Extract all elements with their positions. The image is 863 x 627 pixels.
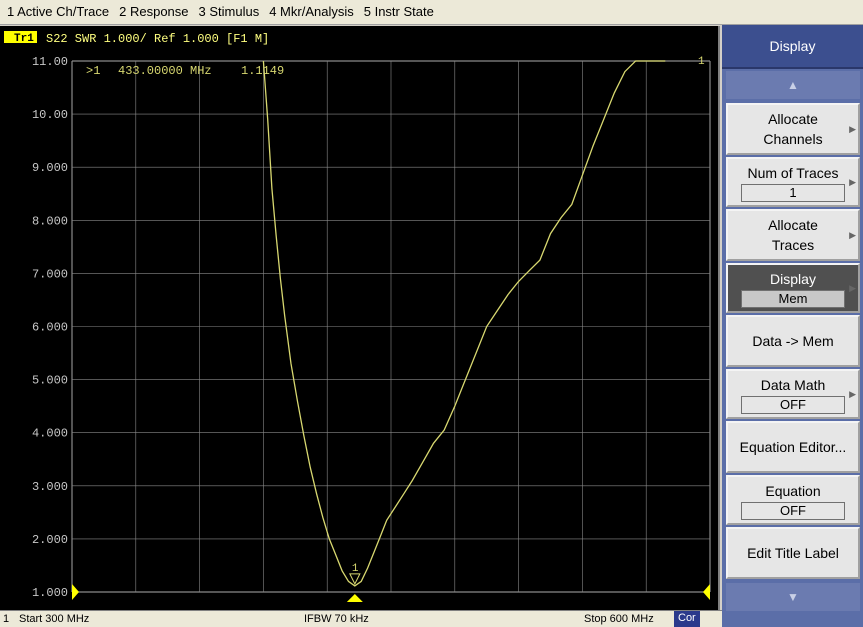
stimulus-marker-icon bbox=[346, 594, 363, 602]
y-tick-label: 2.000 bbox=[32, 533, 68, 547]
trace-end-label: 1 bbox=[698, 56, 705, 68]
menu-instr-state[interactable]: 5 Instr State bbox=[359, 1, 439, 23]
softkey-scroll-down-button[interactable]: ▼ bbox=[726, 583, 860, 611]
softkey-label: Edit Title Label bbox=[747, 545, 839, 561]
status-ifbw: IFBW 70 kHz bbox=[304, 613, 369, 625]
y-tick-label: 7.000 bbox=[32, 267, 68, 281]
up-arrow-icon: ▲ bbox=[787, 78, 799, 92]
marker-number: 1 bbox=[352, 563, 359, 575]
correction-badge: Cor bbox=[674, 611, 700, 627]
softkey-label: Display bbox=[770, 270, 816, 287]
trace-tag: Tr1 bbox=[14, 33, 34, 45]
softkey-label: Allocate Traces bbox=[768, 217, 818, 253]
y-tick-label: 9.000 bbox=[32, 161, 68, 175]
softkey-label: Allocate Channels bbox=[763, 111, 823, 147]
y-tick-label: 10.00 bbox=[32, 108, 68, 122]
y-tick-label: 3.000 bbox=[32, 480, 68, 494]
marker-readout-frequency: 433.00000 MHz bbox=[118, 64, 212, 78]
trace-line bbox=[262, 60, 666, 587]
softkey-scroll-up-button[interactable]: ▲ bbox=[726, 71, 860, 99]
data-math-button[interactable]: Data Math OFF ▶ bbox=[726, 369, 860, 419]
y-tick-label: 5.000 bbox=[32, 374, 68, 388]
softkey-label: Data Math bbox=[760, 376, 826, 393]
grid bbox=[71, 60, 711, 593]
softkey-label: Equation Editor... bbox=[739, 439, 847, 455]
down-arrow-icon: ▼ bbox=[787, 590, 799, 604]
equation-editor-button[interactable]: Equation Editor... bbox=[726, 421, 860, 473]
y-tick-labels: 11.00 10.00 9.000 8.000 7.000 6.000 5.000 4.000… bbox=[32, 55, 68, 600]
submenu-arrow-icon: ▶ bbox=[849, 230, 856, 240]
equation-value: OFF bbox=[741, 501, 845, 520]
marker-readout-value: 1.1149 bbox=[241, 64, 284, 78]
y-tick-label: 4.000 bbox=[32, 427, 68, 441]
y-tick-label: 8.000 bbox=[32, 214, 68, 228]
softkey-menu-title: Display bbox=[722, 25, 863, 69]
data-math-value: OFF bbox=[741, 395, 845, 414]
display-mode-button[interactable]: Display Mem ▶ bbox=[726, 263, 860, 313]
menu-response[interactable]: 2 Response bbox=[114, 1, 193, 23]
num-of-traces-value: 1 bbox=[741, 183, 845, 202]
menu-active-ch-trace[interactable]: 1 Active Ch/Trace bbox=[2, 1, 114, 23]
marker-1[interactable]: 1 bbox=[349, 563, 361, 586]
status-channel: 1 bbox=[3, 613, 10, 625]
status-stop-frequency: Stop 600 MHz bbox=[584, 613, 654, 625]
status-bar: 1 Start 300 MHz IFBW 70 kHz Stop 600 MHz… bbox=[0, 610, 722, 627]
menu-mkr-analysis[interactable]: 4 Mkr/Analysis bbox=[264, 1, 359, 23]
trace-header: Tr1 S22 SWR 1.000/ Ref 1.000 [F1 M] bbox=[4, 31, 269, 46]
softkey-label: Data -> Mem bbox=[752, 333, 834, 349]
submenu-arrow-icon: ▶ bbox=[849, 389, 856, 399]
marker-triangle-icon bbox=[349, 573, 361, 586]
equation-button[interactable]: Equation OFF bbox=[726, 475, 860, 525]
status-start-frequency: Start 300 MHz bbox=[19, 613, 90, 625]
reference-level-right-icon bbox=[703, 584, 710, 600]
trace-display[interactable]: 11.00 10.00 9.000 8.000 7.000 6.000 5.000 4.000… bbox=[0, 26, 720, 610]
y-tick-label: 11.00 bbox=[32, 55, 68, 69]
reference-level-left-icon bbox=[72, 584, 79, 600]
menu-bar: 1 Active Ch/Trace 2 Response 3 Stimulus … bbox=[0, 0, 863, 25]
edit-title-label-button[interactable]: Edit Title Label bbox=[726, 527, 860, 579]
display-mode-value: Mem bbox=[741, 289, 845, 308]
num-of-traces-button[interactable]: Num of Traces 1 ▶ bbox=[726, 157, 860, 207]
softkey-label: Equation bbox=[765, 482, 821, 499]
marker-readout-label: >1 bbox=[86, 64, 100, 78]
y-tick-label: 6.000 bbox=[32, 321, 68, 335]
y-tick-label: 1.000 bbox=[32, 586, 68, 600]
allocate-channels-button[interactable]: Allocate Channels ▶ bbox=[726, 103, 860, 155]
submenu-arrow-icon: ▶ bbox=[849, 177, 856, 187]
allocate-traces-button[interactable]: Allocate Traces ▶ bbox=[726, 209, 860, 261]
softkey-panel: Display ▲ Allocate Channels ▶ Num of Tra… bbox=[722, 25, 863, 627]
submenu-arrow-icon: ▶ bbox=[849, 124, 856, 134]
softkey-label: Num of Traces bbox=[747, 164, 839, 181]
trace-header-text: S22 SWR 1.000/ Ref 1.000 [F1 M] bbox=[46, 32, 269, 46]
submenu-arrow-icon: ▶ bbox=[849, 283, 856, 293]
swr-chart: 11.00 10.00 9.000 8.000 7.000 6.000 5.000 4.000… bbox=[4, 31, 711, 602]
marker-readout: >1 433.00000 MHz 1.1149 bbox=[86, 64, 284, 78]
data-to-mem-button[interactable]: Data -> Mem bbox=[726, 315, 860, 367]
menu-stimulus[interactable]: 3 Stimulus bbox=[194, 1, 265, 23]
